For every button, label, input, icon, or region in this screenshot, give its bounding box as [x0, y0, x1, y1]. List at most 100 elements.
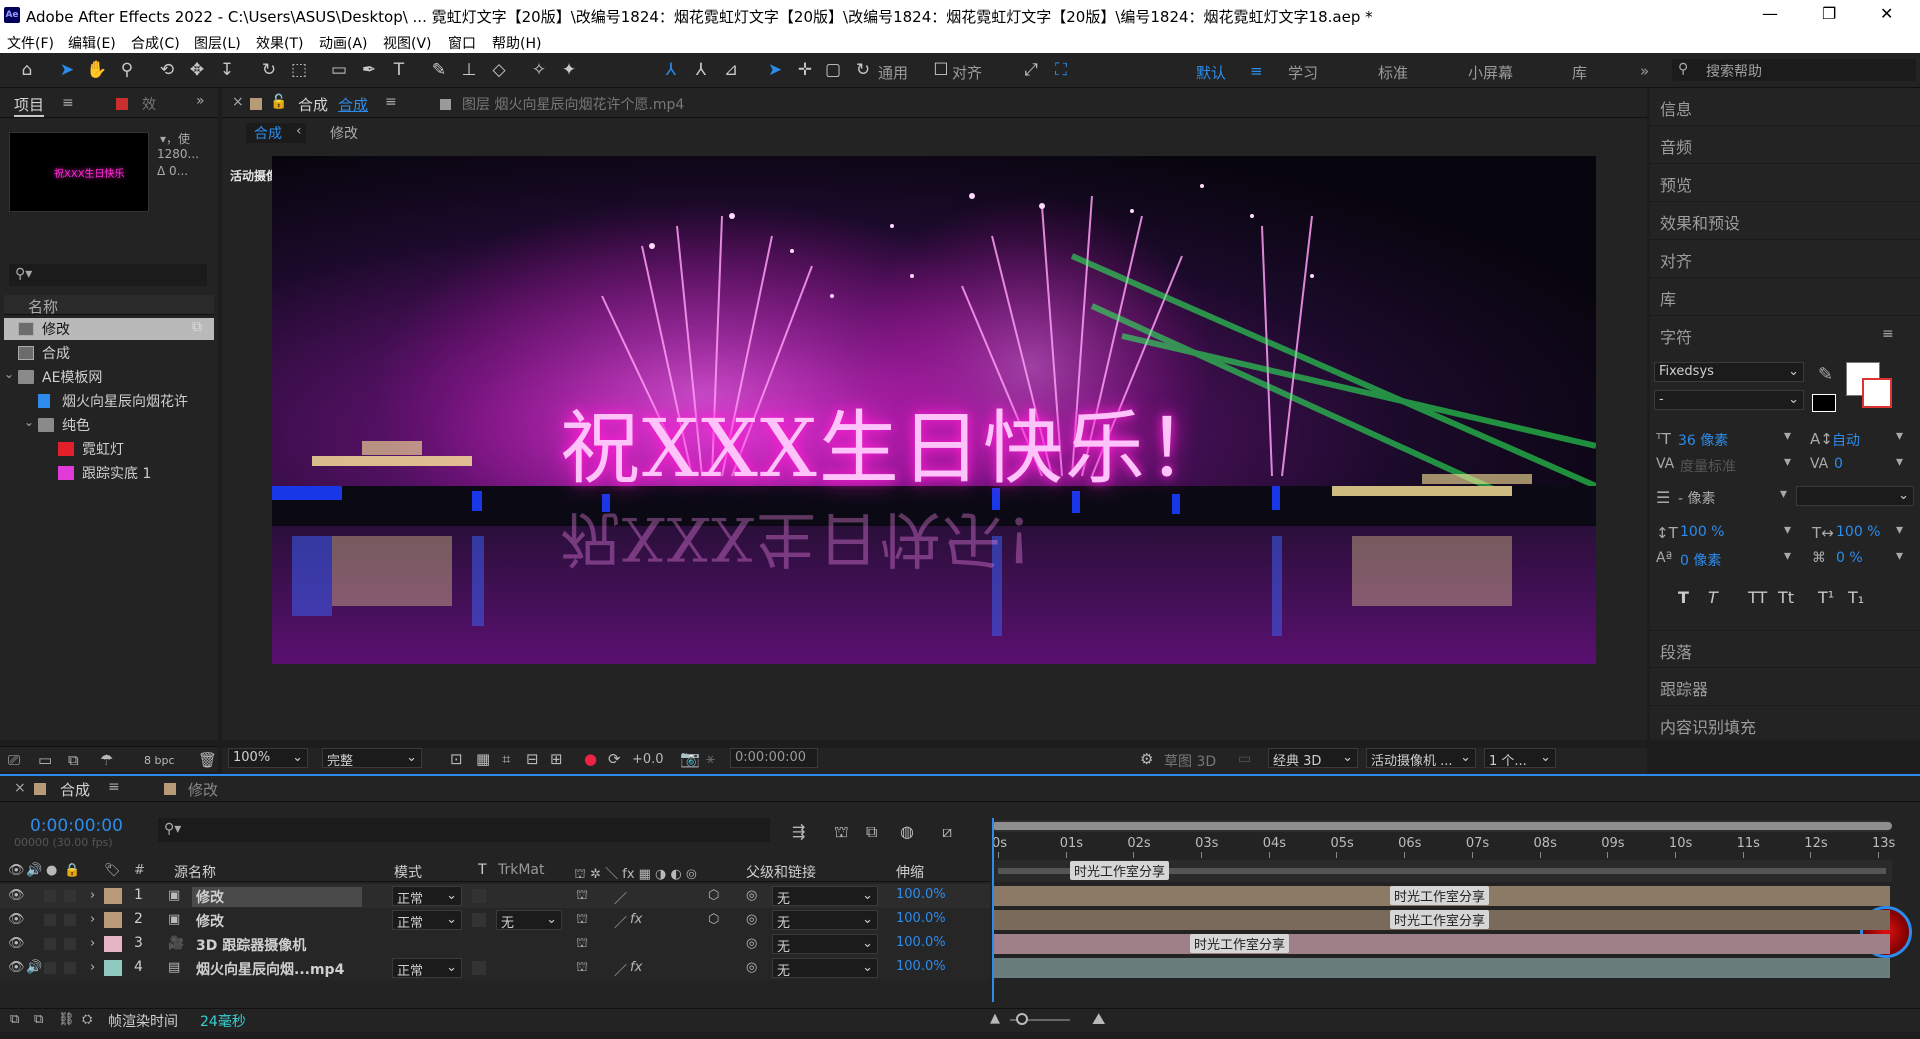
preserve-transparency-toggle[interactable]: [472, 961, 486, 975]
layer-duration-bar[interactable]: 时光工作室分享: [994, 886, 1890, 906]
grid-guides-icon[interactable]: ⊟: [526, 750, 539, 768]
minimize-button[interactable]: —: [1762, 4, 1778, 23]
project-settings-icon[interactable]: ☂: [100, 751, 113, 769]
zoom-tool-icon[interactable]: ⚲: [116, 59, 138, 81]
channel-icon[interactable]: ⊞: [550, 750, 563, 768]
more-workspaces-icon[interactable]: »: [1640, 62, 1649, 80]
view-axis-icon[interactable]: ⊿: [720, 59, 742, 81]
panel-preview[interactable]: 预览: [1660, 172, 1692, 196]
project-item[interactable]: 合成: [4, 342, 214, 364]
solo-toggle[interactable]: [44, 962, 56, 974]
workspace-learn[interactable]: 学习: [1288, 62, 1318, 83]
panel-libraries[interactable]: 库: [1660, 286, 1676, 310]
stretch-value[interactable]: 100.0%: [896, 959, 946, 974]
workspace-library[interactable]: 库: [1572, 62, 1587, 83]
column-parent[interactable]: 父级和链接: [746, 862, 816, 882]
project-item[interactable]: 修改 ⧉: [4, 318, 214, 340]
blend-mode-dropdown[interactable]: 正常 ⌄: [392, 958, 462, 979]
menu-composition[interactable]: 合成(C): [131, 33, 180, 53]
draft-3d-icon[interactable]: ⚙: [1140, 750, 1153, 768]
panel-effects-presets[interactable]: 效果和预设: [1660, 210, 1740, 234]
menu-view[interactable]: 视图(V): [383, 33, 432, 53]
all-caps-button[interactable]: TT: [1748, 588, 1767, 607]
faux-italic-button[interactable]: T: [1708, 588, 1718, 607]
column-t[interactable]: T: [478, 862, 487, 878]
label-color-swatch[interactable]: [104, 936, 122, 952]
stamp-tool-icon[interactable]: ⊥: [458, 59, 480, 81]
stroke-type-dropdown[interactable]: ⌄: [1796, 486, 1914, 506]
panel-tracker[interactable]: 跟踪器: [1660, 676, 1708, 700]
workspace-menu-icon[interactable]: ≡: [1250, 62, 1263, 80]
quality-switch-icon[interactable]: ／: [614, 888, 627, 907]
visibility-eye-icon[interactable]: 👁: [8, 912, 25, 927]
label-color-swatch[interactable]: [104, 912, 122, 928]
world-axis-icon[interactable]: ⅄: [690, 59, 712, 81]
subscript-button[interactable]: T₁: [1848, 588, 1864, 607]
leading-value[interactable]: 自动: [1832, 430, 1860, 450]
panel-menu-icon[interactable]: ≡: [385, 94, 397, 110]
3d-layer-icon[interactable]: ⬡: [708, 912, 719, 927]
shy-switch-icon[interactable]: ⛫: [576, 960, 588, 977]
new-folder-icon[interactable]: ▭: [38, 751, 52, 769]
snap-move-icon[interactable]: ✛: [794, 59, 816, 81]
mask-visibility-icon[interactable]: ⌗: [502, 750, 510, 768]
anchor-tool-icon[interactable]: ⬚: [288, 59, 310, 81]
timeline-timecode[interactable]: 0:00:00:00: [30, 816, 123, 836]
layer-row[interactable]: 👁 › 3 🎥 3D 跟踪器摄像机 ⛫ ◎ 无 ⌄ 100.0%: [0, 932, 990, 956]
panel-content-aware-fill[interactable]: 内容识别填充: [1660, 714, 1756, 738]
zoom-in-icon[interactable]: ⛰: [1092, 1009, 1105, 1029]
panel-menu-icon[interactable]: ≡: [108, 779, 120, 795]
panel-align[interactable]: 对齐: [1660, 248, 1692, 272]
baseline-shift-value[interactable]: 0 像素: [1680, 550, 1721, 570]
parent-dropdown[interactable]: 无 ⌄: [772, 958, 878, 979]
draft-3d-label[interactable]: 草图 3D: [1164, 751, 1216, 771]
composition-frame[interactable]: 祝XXX生日快乐！ 祝XXX生日快乐！: [272, 156, 1596, 664]
font-family-dropdown[interactable]: Fixedsys ⌄: [1654, 362, 1804, 382]
blend-mode-dropdown[interactable]: 正常 ⌄: [392, 886, 462, 907]
lock-toggle[interactable]: [64, 890, 76, 902]
align-checkbox-icon[interactable]: ☐: [930, 59, 952, 81]
column-name[interactable]: 名称: [28, 296, 58, 317]
snap-rotate-icon[interactable]: ↻: [852, 59, 874, 81]
eraser-tool-icon[interactable]: ◇: [488, 59, 510, 81]
menu-window[interactable]: 窗口: [448, 33, 476, 53]
expand-icon[interactable]: ⤢: [1020, 59, 1042, 81]
layer-marker[interactable]: 时光工作室分享: [1190, 934, 1290, 953]
layer-name[interactable]: 烟火向星辰向烟...mp4: [192, 959, 362, 979]
snapshot-camera-icon[interactable]: 📷: [680, 749, 700, 768]
breadcrumb-mod[interactable]: 修改: [330, 123, 358, 143]
layer-marker[interactable]: 时光工作室分享: [1390, 910, 1490, 929]
work-area-range[interactable]: [992, 822, 1892, 830]
local-axis-icon[interactable]: ⅄: [660, 59, 682, 81]
region-of-interest-icon[interactable]: ⊡: [450, 750, 463, 768]
shy-switch-icon[interactable]: ⛫: [576, 888, 588, 905]
layer-row[interactable]: 👁 › 2 ▣ 修改 正常 ⌄ 无 ⌄ ⛫ ／ fx ⬡ ◎ 无 ⌄ 100.0%: [0, 908, 990, 932]
stroke-width-value[interactable]: - 像素: [1678, 488, 1716, 508]
quality-switch-icon[interactable]: ／: [614, 912, 627, 931]
comp-mini-flowchart-icon[interactable]: ⇶: [792, 822, 805, 841]
expand-chevron-icon[interactable]: ›: [90, 888, 95, 903]
layer-row[interactable]: 👁 › 1 ▣ 修改 正常 ⌄ ⛫ ／ ⬡ ◎ 无 ⌄ 100.0%: [0, 884, 990, 908]
layer-name[interactable]: 3D 跟踪器摄像机: [192, 935, 362, 955]
parent-pickwhip-icon[interactable]: ◎: [746, 960, 757, 975]
parent-pickwhip-icon[interactable]: ◎: [746, 888, 757, 903]
parent-dropdown[interactable]: 无 ⌄: [772, 934, 878, 955]
column-trkmat[interactable]: TrkMat: [498, 862, 545, 878]
modes-toggle-icon[interactable]: ⧉: [34, 1012, 43, 1027]
parent-pickwhip-icon[interactable]: ◎: [746, 936, 757, 951]
solo-toggle[interactable]: [44, 938, 56, 950]
label-color-swatch[interactable]: [104, 888, 122, 904]
draft-3d-toggle-icon[interactable]: ⛫: [834, 822, 849, 843]
work-area-bar[interactable]: [992, 820, 1892, 832]
tracking-value[interactable]: 0: [1834, 456, 1843, 472]
layer-marker[interactable]: 时光工作室分享: [1390, 886, 1490, 905]
puppet-pin-icon[interactable]: ✦: [558, 59, 580, 81]
parent-dropdown[interactable]: 无 ⌄: [772, 910, 878, 931]
timeline-tab-comp[interactable]: 合成: [60, 779, 90, 800]
faux-bold-button[interactable]: T: [1678, 588, 1689, 607]
3d-layer-icon[interactable]: ⬡: [708, 888, 719, 903]
quality-switch-icon[interactable]: ／: [614, 960, 627, 979]
tab-comp-label[interactable]: 合成: [298, 94, 328, 115]
close-tab-icon[interactable]: ×: [14, 780, 26, 796]
menu-help[interactable]: 帮助(H): [492, 33, 541, 53]
